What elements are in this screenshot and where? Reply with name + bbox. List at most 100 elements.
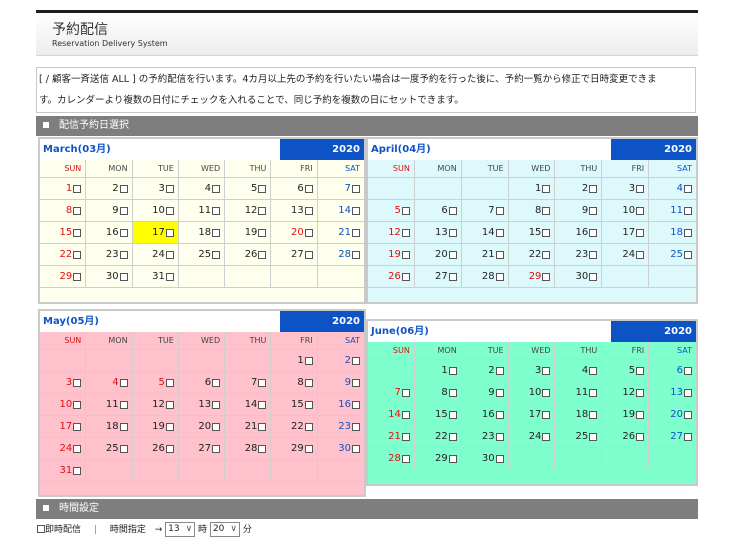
day-checkbox[interactable] <box>401 206 410 215</box>
day-checkbox[interactable] <box>165 250 174 259</box>
day-checkbox[interactable] <box>636 432 645 441</box>
day-checkbox[interactable] <box>636 388 645 397</box>
day-checkbox[interactable] <box>165 206 174 215</box>
day-checkbox[interactable] <box>351 378 360 387</box>
day-checkbox[interactable] <box>304 378 313 387</box>
day-checkbox[interactable] <box>401 454 410 463</box>
day-checkbox[interactable] <box>401 388 410 397</box>
day-checkbox[interactable] <box>448 206 457 215</box>
day-checkbox[interactable] <box>636 250 645 259</box>
day-checkbox[interactable] <box>495 272 504 281</box>
day-checkbox[interactable] <box>258 422 267 431</box>
day-checkbox[interactable] <box>636 410 645 419</box>
day-checkbox[interactable] <box>73 378 82 387</box>
day-checkbox[interactable] <box>684 206 692 215</box>
day-checkbox[interactable] <box>73 466 82 475</box>
day-checkbox[interactable] <box>495 388 504 397</box>
day-checkbox[interactable] <box>73 228 82 237</box>
day-checkbox[interactable] <box>448 454 457 463</box>
day-checkbox[interactable] <box>351 400 360 409</box>
day-checkbox[interactable] <box>258 184 267 193</box>
day-checkbox[interactable] <box>258 206 267 215</box>
day-checkbox[interactable] <box>73 400 82 409</box>
day-checkbox[interactable] <box>684 410 692 419</box>
day-checkbox[interactable] <box>542 388 551 397</box>
day-checkbox[interactable] <box>73 206 82 215</box>
day-checkbox[interactable] <box>119 228 128 237</box>
day-checkbox[interactable] <box>258 378 267 387</box>
day-checkbox[interactable] <box>351 422 360 431</box>
day-checkbox[interactable] <box>542 432 551 441</box>
day-checkbox[interactable] <box>304 356 313 365</box>
day-checkbox[interactable] <box>542 250 551 259</box>
day-checkbox[interactable] <box>636 228 645 237</box>
day-checkbox[interactable] <box>119 422 128 431</box>
day-checkbox[interactable] <box>119 206 128 215</box>
day-checkbox[interactable] <box>73 184 82 193</box>
day-checkbox[interactable] <box>589 388 598 397</box>
day-checkbox[interactable] <box>165 400 174 409</box>
day-checkbox[interactable] <box>351 206 360 215</box>
day-checkbox[interactable] <box>304 206 313 215</box>
day-checkbox[interactable] <box>495 250 504 259</box>
day-checkbox[interactable] <box>73 250 82 259</box>
day-checkbox[interactable] <box>73 422 82 431</box>
day-checkbox[interactable] <box>542 366 551 375</box>
day-checkbox[interactable] <box>351 184 360 193</box>
immediate-delivery-checkbox[interactable] <box>37 525 45 533</box>
day-checkbox[interactable] <box>684 250 692 259</box>
day-checkbox[interactable] <box>589 206 598 215</box>
day-checkbox[interactable] <box>351 228 360 237</box>
day-checkbox[interactable] <box>401 250 410 259</box>
day-checkbox[interactable] <box>73 272 82 281</box>
day-checkbox[interactable] <box>304 400 313 409</box>
day-checkbox[interactable] <box>212 184 221 193</box>
day-checkbox[interactable] <box>119 250 128 259</box>
day-checkbox[interactable] <box>542 410 551 419</box>
day-checkbox[interactable] <box>495 410 504 419</box>
day-checkbox[interactable] <box>589 228 598 237</box>
day-checkbox[interactable] <box>589 410 598 419</box>
day-checkbox[interactable] <box>212 378 221 387</box>
day-checkbox[interactable] <box>351 356 360 365</box>
day-checkbox[interactable] <box>401 410 410 419</box>
day-checkbox[interactable] <box>258 250 267 259</box>
day-checkbox[interactable] <box>684 228 692 237</box>
day-checkbox[interactable] <box>636 184 645 193</box>
day-checkbox[interactable] <box>119 400 128 409</box>
day-checkbox[interactable] <box>73 444 82 453</box>
day-checkbox[interactable] <box>589 432 598 441</box>
day-checkbox[interactable] <box>119 444 128 453</box>
day-checkbox[interactable] <box>401 432 410 441</box>
day-checkbox[interactable] <box>495 366 504 375</box>
day-checkbox[interactable] <box>304 422 313 431</box>
day-checkbox[interactable] <box>589 366 598 375</box>
day-checkbox[interactable] <box>495 206 504 215</box>
day-checkbox[interactable] <box>636 206 645 215</box>
day-checkbox[interactable] <box>448 432 457 441</box>
day-checkbox[interactable] <box>119 184 128 193</box>
day-checkbox[interactable] <box>304 250 313 259</box>
day-checkbox[interactable] <box>448 250 457 259</box>
day-checkbox[interactable] <box>495 454 504 463</box>
day-checkbox[interactable] <box>542 272 551 281</box>
day-checkbox[interactable] <box>165 444 174 453</box>
day-checkbox[interactable] <box>684 184 692 193</box>
day-checkbox[interactable] <box>448 366 457 375</box>
day-checkbox[interactable] <box>165 422 174 431</box>
minute-select[interactable]: 20 ∨ <box>209 522 240 537</box>
day-checkbox[interactable] <box>119 378 128 387</box>
day-checkbox[interactable] <box>351 444 360 453</box>
day-checkbox[interactable] <box>212 206 221 215</box>
day-checkbox[interactable] <box>212 250 221 259</box>
day-checkbox[interactable] <box>212 400 221 409</box>
day-checkbox[interactable] <box>304 228 313 237</box>
day-checkbox[interactable] <box>165 184 174 193</box>
day-checkbox[interactable] <box>542 228 551 237</box>
day-checkbox[interactable] <box>304 444 313 453</box>
day-checkbox[interactable] <box>684 366 692 375</box>
day-checkbox[interactable] <box>448 388 457 397</box>
day-checkbox[interactable] <box>495 432 504 441</box>
day-checkbox[interactable] <box>684 388 692 397</box>
day-checkbox[interactable] <box>258 228 267 237</box>
